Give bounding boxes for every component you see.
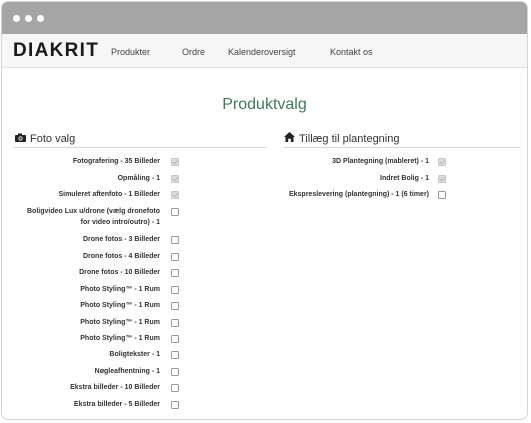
foto-option-checkbox[interactable]: [171, 174, 179, 183]
nav-link-ordre[interactable]: Ordre: [182, 47, 205, 57]
foto-option-label: Simuleret aftenfoto - 1 Billeder: [2, 190, 160, 199]
plan-section-title: Tillæg til plantegning: [299, 133, 400, 145]
foto-option-label: Drone fotos - 4 Billeder: [2, 252, 160, 261]
camera-icon: [15, 132, 26, 146]
foto-option-label: Photo Styling™ - 1 Rum: [2, 318, 160, 327]
foto-option-label-text: Boligvideo Lux u/drone (vælg dronefoto: [27, 208, 160, 215]
foto-option-label: Ekstra billeder - 5 Billeder: [2, 400, 160, 409]
browser-window: DIAKRIT Produkter Ordre Kalenderoversigt…: [1, 1, 528, 420]
foto-option-checkbox[interactable]: [171, 190, 179, 199]
foto-option-label-text: Fotografering - 35 Billeder: [72, 158, 160, 165]
foto-option-label-text: Drone fotos - 3 Billeder: [82, 236, 160, 243]
foto-section-title: Foto valg: [30, 133, 76, 145]
foto-option-label-text-line2: for video intro/outro) - 1: [80, 219, 160, 226]
foto-section-divider: [14, 147, 266, 148]
foto-option-label-text: Nøgleafhentning - 1: [94, 368, 160, 375]
foto-option-label-text: Boligtekster - 1: [109, 351, 160, 358]
window-dot-3: [37, 15, 44, 22]
foto-option-checkbox[interactable]: [171, 157, 179, 166]
foto-option-label-text: Opmåling - 1: [117, 175, 160, 182]
foto-option-label: Ekstra billeder - 10 Billeder: [2, 383, 160, 392]
window-titlebar: [2, 2, 527, 34]
foto-option-label-text: Drone fotos - 10 Billeder: [79, 269, 160, 276]
foto-option-checkbox[interactable]: [171, 207, 179, 216]
nav-link-produkter[interactable]: Produkter: [111, 47, 150, 57]
foto-option-label-text: Ekstra billeder - 10 Billeder: [70, 384, 160, 391]
window-dot-1: [13, 15, 20, 22]
foto-option-label: Drone fotos - 10 Billeder: [2, 268, 160, 277]
foto-option-checkbox[interactable]: [171, 268, 179, 277]
top-navbar: DIAKRIT Produkter Ordre Kalenderoversigt…: [2, 34, 527, 68]
foto-option-label-text: Photo Styling™ - 1 Rum: [80, 319, 160, 326]
plan-option-label: 3D Plantegning (mableret) - 1: [189, 157, 429, 166]
foto-option-label: Opmåling - 1: [2, 174, 160, 183]
plan-option-label-text: Indret Bolig - 1: [380, 175, 429, 182]
foto-option-label: Photo Styling™ - 1 Rum: [2, 301, 160, 310]
home-icon: [284, 132, 295, 146]
foto-option-checkbox[interactable]: [171, 235, 179, 244]
plan-option-label: Indret Bolig - 1: [189, 174, 429, 183]
foto-option-label: Boligtekster - 1: [2, 350, 160, 359]
foto-section-heading: Foto valg: [15, 132, 75, 146]
foto-option-checkbox[interactable]: [171, 383, 179, 392]
plan-section-divider: [284, 147, 520, 148]
foto-option-checkbox[interactable]: [171, 301, 179, 310]
foto-option-label-text: Photo Styling™ - 1 Rum: [80, 302, 160, 309]
plan-section-heading: Tillæg til plantegning: [284, 132, 399, 146]
foto-option-label-text: Simuleret aftenfoto - 1 Billeder: [58, 191, 160, 198]
nav-link-kontakt[interactable]: Kontakt os: [330, 47, 373, 57]
brand-logo[interactable]: DIAKRIT: [13, 40, 99, 62]
plan-option-label-text: Ekspreslevering (plantegning) - 1 (6 tim…: [288, 191, 429, 198]
foto-option-label: Drone fotos - 3 Billeder: [2, 235, 160, 244]
foto-option-checkbox[interactable]: [171, 285, 179, 294]
foto-option-checkbox[interactable]: [171, 367, 179, 376]
foto-option-label-text: Photo Styling™ - 1 Rum: [80, 286, 160, 293]
foto-option-label: Photo Styling™ - 1 Rum: [2, 334, 160, 343]
plan-option-checkbox[interactable]: [438, 174, 446, 183]
plan-option-label: Ekspreslevering (plantegning) - 1 (6 tim…: [189, 190, 429, 199]
foto-option-label: Nøgleafhentning - 1: [2, 367, 160, 376]
foto-option-label: Fotografering - 35 Billeder: [2, 157, 160, 166]
foto-option-checkbox[interactable]: [171, 318, 179, 327]
window-dot-2: [25, 15, 32, 22]
foto-option-checkbox[interactable]: [171, 252, 179, 261]
foto-option-label: Boligvideo Lux u/drone (vælg dronefoto fo…: [2, 207, 160, 227]
foto-option-label-text: Ekstra billeder - 5 Billeder: [74, 401, 160, 408]
plan-option-label-text: 3D Plantegning (mableret) - 1: [332, 158, 429, 165]
foto-option-label-text: Drone fotos - 4 Billeder: [82, 253, 160, 260]
foto-option-label-text: Photo Styling™ - 1 Rum: [80, 335, 160, 342]
plan-option-checkbox[interactable]: [438, 157, 446, 166]
foto-option-checkbox[interactable]: [171, 350, 179, 359]
page-title: Produktvalg: [222, 96, 307, 113]
foto-option-label: Photo Styling™ - 1 Rum: [2, 285, 160, 294]
plan-option-checkbox[interactable]: [438, 190, 446, 199]
foto-option-checkbox[interactable]: [171, 400, 179, 409]
nav-link-kalenderoversigt[interactable]: Kalenderoversigt: [228, 47, 296, 57]
foto-option-checkbox[interactable]: [171, 334, 179, 343]
